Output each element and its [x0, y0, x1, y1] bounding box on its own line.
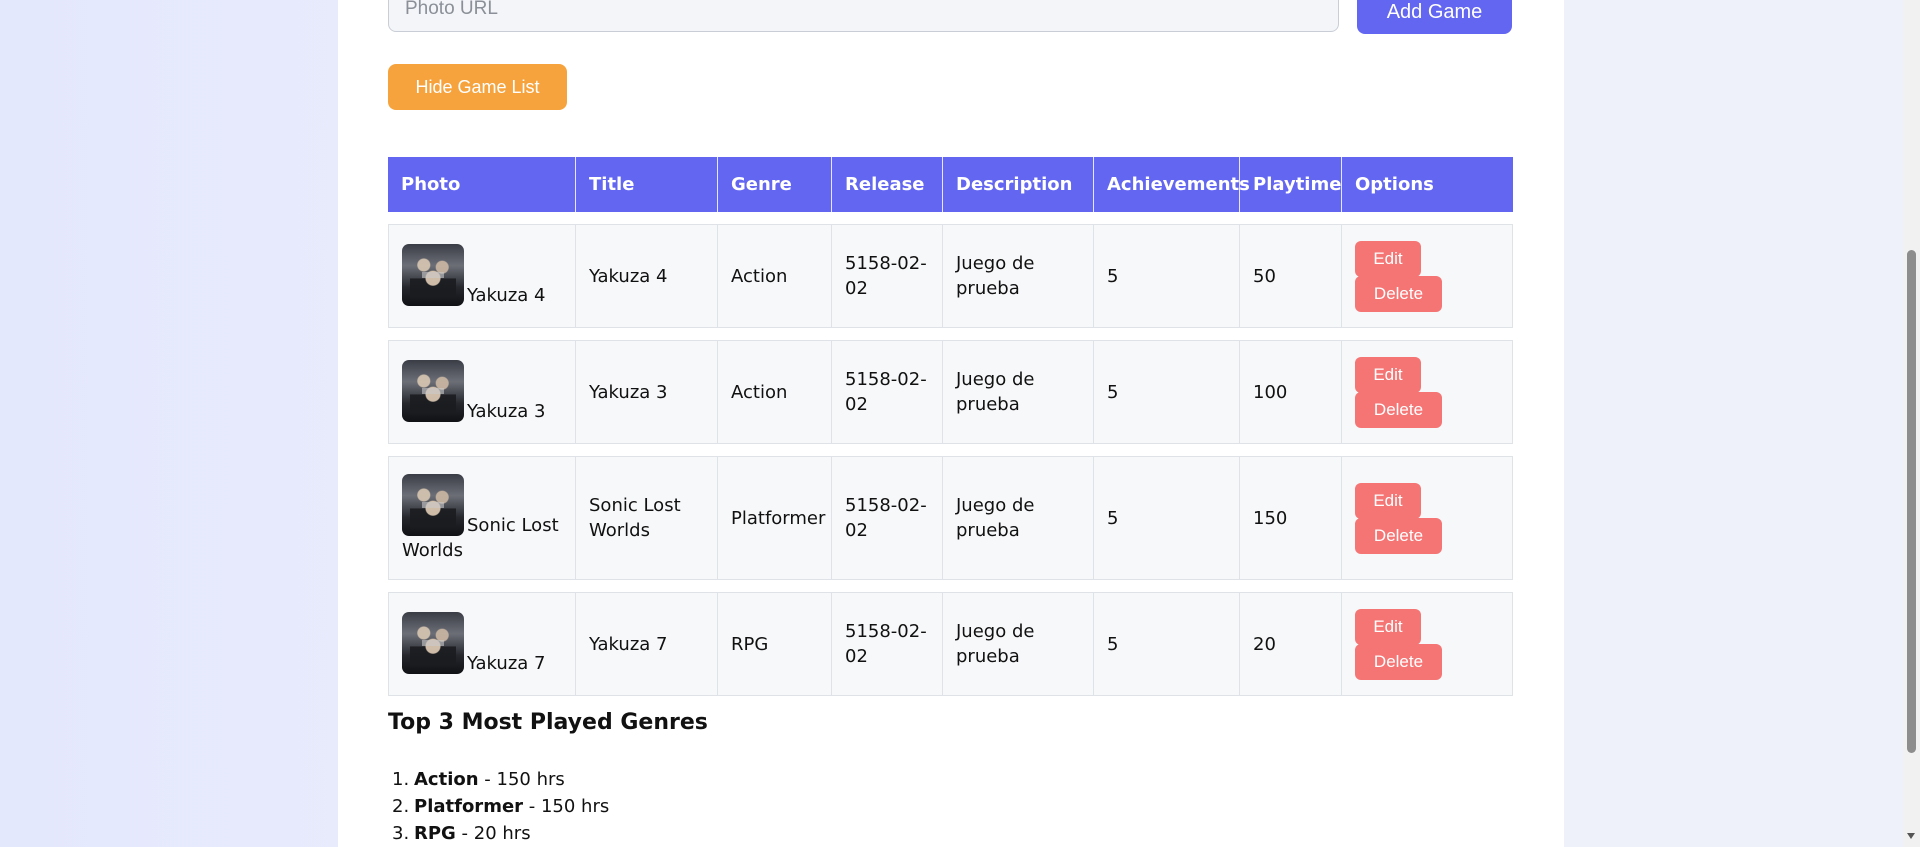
main-panel: Add Game Hide Game List Photo Title Genr…: [338, 0, 1564, 847]
title-cell: Sonic Lost Worlds: [576, 456, 718, 580]
rank-number: 2.: [392, 796, 410, 817]
genre-name: Platformer: [414, 796, 524, 817]
header-genre: Genre: [718, 157, 832, 212]
rank-number: 1.: [392, 769, 410, 790]
header-release: Release: [832, 157, 943, 212]
title-cell: Yakuza 3: [576, 340, 718, 444]
game-cover-image: [402, 612, 464, 674]
playtime-cell: 50: [1240, 224, 1342, 328]
photo-cell: Yakuza 3: [388, 340, 576, 444]
header-description: Description: [943, 157, 1094, 212]
table-row: Yakuza 3 Yakuza 3 Action 5158-02-02 Jueg…: [388, 340, 1513, 444]
games-table: Photo Title Genre Release Description Ac…: [388, 145, 1513, 708]
genre-hours: - 150 hrs: [523, 796, 610, 817]
delete-button[interactable]: Delete: [1355, 391, 1442, 428]
genre-name: Action: [414, 769, 479, 790]
genre-hours: - 20 hrs: [455, 823, 531, 844]
description-cell: Juego de prueba: [943, 456, 1094, 580]
title-cell: Yakuza 4: [576, 224, 718, 328]
header-title: Title: [576, 157, 718, 212]
genre-cell: Platformer: [718, 456, 832, 580]
table-row: Yakuza 7 Yakuza 7 RPG 5158-02-02 Juego d…: [388, 592, 1513, 696]
description-cell: Juego de prueba: [943, 340, 1094, 444]
photo-caption: Yakuza 4: [467, 285, 546, 306]
achievements-cell: 5: [1094, 456, 1240, 580]
release-cell: 5158-02-02: [832, 592, 943, 696]
list-item: 1. Action - 150 hrs: [392, 766, 609, 793]
options-cell: Edit Delete: [1342, 456, 1513, 580]
delete-button[interactable]: Delete: [1355, 275, 1442, 312]
table-row: Yakuza 4 Yakuza 4 Action 5158-02-02 Jueg…: [388, 224, 1513, 328]
header-playtime: Playtime: [1240, 157, 1342, 212]
photo-cell: Yakuza 7: [388, 592, 576, 696]
header-achievements: Achievements: [1094, 157, 1250, 212]
table-header-row: Photo Title Genre Release Description Ac…: [388, 157, 1513, 212]
achievements-cell: 5: [1094, 592, 1240, 696]
rank-number: 3.: [392, 823, 410, 844]
top-genres-list: 1. Action - 150 hrs 2. Platformer - 150 hr…: [388, 766, 609, 847]
edit-button[interactable]: Edit: [1355, 356, 1421, 393]
list-item: 2. Platformer - 150 hrs: [392, 793, 610, 820]
vertical-scrollbar[interactable]: [1903, 0, 1920, 847]
options-cell: Edit Delete: [1342, 340, 1513, 444]
options-cell: Edit Delete: [1342, 592, 1513, 696]
playtime-cell: 20: [1240, 592, 1342, 696]
release-cell: 5158-02-02: [832, 456, 943, 580]
photo-cell: Sonic Lost Worlds: [388, 456, 576, 580]
achievements-cell: 5: [1094, 224, 1240, 328]
edit-button[interactable]: Edit: [1355, 240, 1421, 277]
playtime-cell: 150: [1240, 456, 1342, 580]
photo-cell: Yakuza 4: [388, 224, 576, 328]
playtime-cell: 100: [1240, 340, 1342, 444]
description-cell: Juego de prueba: [943, 592, 1094, 696]
add-game-button[interactable]: Add Game: [1357, 0, 1512, 34]
photo-url-input[interactable]: [388, 0, 1339, 32]
genre-name: RPG: [414, 823, 456, 844]
delete-button[interactable]: Delete: [1355, 643, 1442, 680]
header-photo: Photo: [388, 157, 576, 212]
hide-game-list-button[interactable]: Hide Game List: [388, 64, 567, 110]
genre-hours: - 150 hrs: [478, 769, 565, 790]
photo-caption: Yakuza 7: [467, 653, 546, 674]
game-cover-image: [402, 244, 464, 306]
description-cell: Juego de prueba: [943, 224, 1094, 328]
delete-button[interactable]: Delete: [1355, 517, 1442, 554]
photo-caption: Yakuza 3: [467, 401, 546, 422]
release-cell: 5158-02-02: [832, 224, 943, 328]
list-item: 3. RPG - 20 hrs: [392, 820, 609, 847]
edit-button[interactable]: Edit: [1355, 482, 1421, 519]
edit-button[interactable]: Edit: [1355, 608, 1421, 645]
genre-cell: Action: [718, 340, 832, 444]
title-cell: Yakuza 7: [576, 592, 718, 696]
options-cell: Edit Delete: [1342, 224, 1513, 328]
scroll-down-arrow-icon[interactable]: [1907, 833, 1915, 839]
header-options: Options: [1342, 157, 1513, 212]
game-cover-image: [402, 360, 464, 422]
genre-cell: Action: [718, 224, 832, 328]
game-cover-image: [402, 473, 464, 536]
genre-cell: RPG: [718, 592, 832, 696]
table-row: Sonic Lost Worlds Sonic Lost Worlds Plat…: [388, 456, 1513, 580]
release-cell: 5158-02-02: [832, 340, 943, 444]
scrollbar-thumb[interactable]: [1907, 250, 1916, 753]
top-genres-title: Top 3 Most Played Genres: [388, 710, 708, 735]
achievements-cell: 5: [1094, 340, 1240, 444]
